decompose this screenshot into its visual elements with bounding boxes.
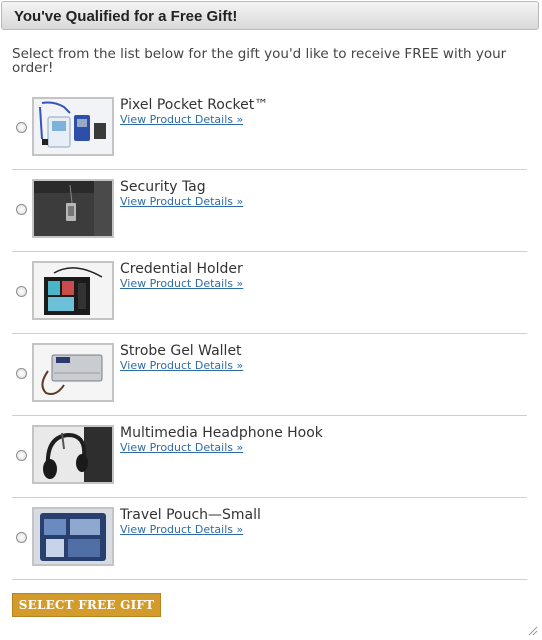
gift-option-credential-holder[interactable]: Credential Holder View Product Details » — [12, 251, 527, 334]
resize-grip-icon[interactable] — [528, 626, 538, 636]
gift-radio[interactable] — [16, 204, 27, 215]
product-name: Security Tag — [120, 179, 206, 195]
view-product-details-link[interactable]: View Product Details » — [120, 277, 243, 290]
view-product-details-link[interactable]: View Product Details » — [120, 523, 243, 536]
gift-option-pixel-pocket-rocket[interactable]: Pixel Pocket Rocket™ View Product Detail… — [12, 87, 527, 170]
product-name: Multimedia Headphone Hook — [120, 425, 323, 441]
product-image[interactable] — [32, 425, 114, 484]
product-image[interactable] — [32, 343, 114, 402]
product-name: Strobe Gel Wallet — [120, 343, 242, 359]
view-product-details-link[interactable]: View Product Details » — [120, 441, 243, 454]
view-product-details-link[interactable]: View Product Details » — [120, 359, 243, 372]
select-free-gift-button[interactable]: SELECT FREE GIFT » — [12, 593, 161, 634]
gift-option-multimedia-headphone-hook[interactable]: Multimedia Headphone Hook View Product D… — [12, 415, 527, 498]
product-name: Travel Pouch—Small — [120, 507, 261, 523]
view-product-details-link[interactable]: View Product Details » — [120, 195, 243, 208]
header-title: You've Qualified for a Free Gift! — [14, 8, 238, 25]
gift-radio[interactable] — [16, 286, 27, 297]
gift-option-security-tag[interactable]: Security Tag View Product Details » — [12, 169, 527, 252]
gift-radio[interactable] — [16, 450, 27, 461]
gift-radio[interactable] — [16, 122, 27, 133]
product-image[interactable] — [32, 97, 114, 156]
product-name: Credential Holder — [120, 261, 243, 277]
product-name: Pixel Pocket Rocket™ — [120, 97, 269, 113]
gift-header: You've Qualified for a Free Gift! — [1, 1, 539, 30]
gift-option-travel-pouch-small[interactable]: Travel Pouch—Small View Product Details … — [12, 497, 527, 580]
gift-radio[interactable] — [16, 532, 27, 543]
product-image[interactable] — [32, 261, 114, 320]
product-image[interactable] — [32, 507, 114, 566]
intro-text: Select from the list below for the gift … — [12, 46, 507, 76]
product-image[interactable] — [32, 179, 114, 238]
view-product-details-link[interactable]: View Product Details » — [120, 113, 243, 126]
gift-option-strobe-gel-wallet[interactable]: Strobe Gel Wallet View Product Details » — [12, 333, 527, 416]
gift-radio[interactable] — [16, 368, 27, 379]
